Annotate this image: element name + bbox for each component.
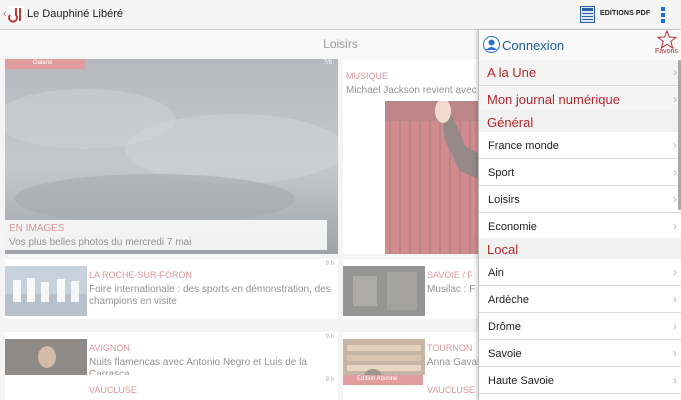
featured-image (385, 101, 483, 254)
chevron-right-icon: › (673, 346, 677, 360)
menu-header-label: Local (487, 242, 519, 257)
article-kicker: SAVOIE / F (427, 270, 473, 280)
menu-item-label: Sport (488, 167, 515, 179)
chevron-right-icon: › (673, 319, 677, 333)
menu-item-label: Economie (488, 221, 537, 233)
article-card[interactable]: 9 h VAUCLUSE (5, 375, 338, 400)
menu-item-france-monde[interactable]: France monde › (479, 132, 681, 159)
star-icon[interactable] (657, 30, 677, 49)
favoris-label[interactable]: Favoris (655, 48, 678, 55)
menu-item-label: Loisirs (488, 194, 520, 206)
overflow-menu-icon[interactable] (660, 7, 666, 23)
featured-card[interactable]: MUSIQUE Michael Jackson revient avec (343, 59, 483, 254)
menu-item-drome[interactable]: Drôme › (479, 313, 681, 340)
logo-icon[interactable] (8, 6, 24, 23)
article-kicker: LA ROCHE-SUR-FORON (89, 270, 193, 280)
featured-title: Michael Jackson revient avec (346, 85, 477, 96)
menu-item-a-la-une[interactable]: A la Une › (479, 60, 681, 86)
article-kicker: VAUCLUSE (89, 385, 137, 395)
menu-item-ain[interactable]: Ain › (479, 259, 681, 286)
hero-kicker: EN IMAGES (9, 223, 65, 234)
menu-item-label: A la Une (487, 65, 537, 80)
article-title: Foire internationale : des sports en dém… (89, 284, 331, 307)
back-chevron-icon[interactable]: ‹ (3, 8, 7, 20)
menu-item-label: France monde (488, 140, 559, 152)
menu-header-label: Général (487, 115, 534, 130)
menu-header-general: Général (479, 111, 681, 133)
article-kicker: TOURNON (427, 343, 473, 353)
user-icon[interactable] (483, 36, 500, 53)
navigation-drawer: Connexion Favoris A la Une › Mon journal… (478, 30, 681, 400)
hero-title: Vos plus belles photos du mercredi 7 mai (9, 237, 192, 248)
featured-kicker: MUSIQUE (346, 71, 389, 81)
article-thumbnail (343, 266, 425, 316)
article-time: 9 h (325, 261, 334, 267)
editions-pdf-button[interactable]: EDITIONS PDF (600, 10, 650, 17)
photo-count: 7/8 (323, 60, 332, 66)
chevron-right-icon: › (673, 138, 677, 152)
chevron-right-icon: › (673, 192, 677, 206)
article-card[interactable]: SAVOIE / F Musilac : F (343, 259, 483, 319)
chevron-right-icon: › (673, 92, 677, 106)
article-card[interactable]: 9 h LA ROCHE-SUR-FORON Foire internation… (5, 259, 338, 319)
menu-item-label: Ardèche (488, 294, 529, 306)
menu-item-label: Drôme (488, 321, 522, 333)
chevron-right-icon: › (673, 292, 677, 306)
menu-item-savoie[interactable]: Savoie › (479, 340, 681, 367)
menu-item-label: Ain (488, 267, 504, 279)
chevron-right-icon: › (673, 65, 677, 79)
menu-item-label: Mon journal numérique (487, 92, 620, 107)
menu-item-sport[interactable]: Sport › (479, 159, 681, 186)
hero-card[interactable]: Galerie 7/8 EN IMAGES Vos plus belles ph… (5, 59, 338, 254)
menu-item-haute-savoie[interactable]: Haute Savoie › (479, 367, 681, 394)
article-thumbnail (5, 266, 87, 316)
article-kicker: AVIGNON (89, 343, 130, 353)
drawer-header: Connexion Favoris (479, 30, 681, 60)
menu-item-ardeche[interactable]: Ardèche › (479, 286, 681, 313)
pdf-icon[interactable] (580, 6, 595, 23)
connexion-link[interactable]: Connexion (502, 38, 564, 53)
article-time: 9 h (325, 334, 334, 340)
article-card[interactable]: Edition Abonné VAUCLUSE (343, 375, 483, 400)
chevron-right-icon: › (673, 165, 677, 179)
menu-item-economie[interactable]: Economie › (479, 213, 681, 240)
menu-item-loisirs[interactable]: Loisirs › (479, 186, 681, 213)
chevron-right-icon: › (673, 373, 677, 387)
app-title: Le Dauphiné Libéré (27, 8, 124, 20)
subscriber-tag: Edition Abonné (343, 375, 423, 385)
article-kicker: VAUCLUSE (427, 385, 475, 395)
chevron-right-icon: › (673, 265, 677, 279)
article-time: 9 h (325, 377, 334, 383)
action-bar: ‹ Le Dauphiné Libéré EDITIONS PDF (0, 0, 681, 30)
hero-caption: EN IMAGES Vos plus belles photos du merc… (5, 220, 327, 250)
menu-item-label: Savoie (488, 348, 522, 360)
menu-item-journal-numerique[interactable]: Mon journal numérique › (479, 87, 681, 113)
menu-item-label: Haute Savoie (488, 375, 555, 387)
chevron-right-icon: › (673, 219, 677, 233)
menu-header-local: Local (479, 238, 681, 260)
galerie-tag: Galerie (5, 59, 85, 69)
